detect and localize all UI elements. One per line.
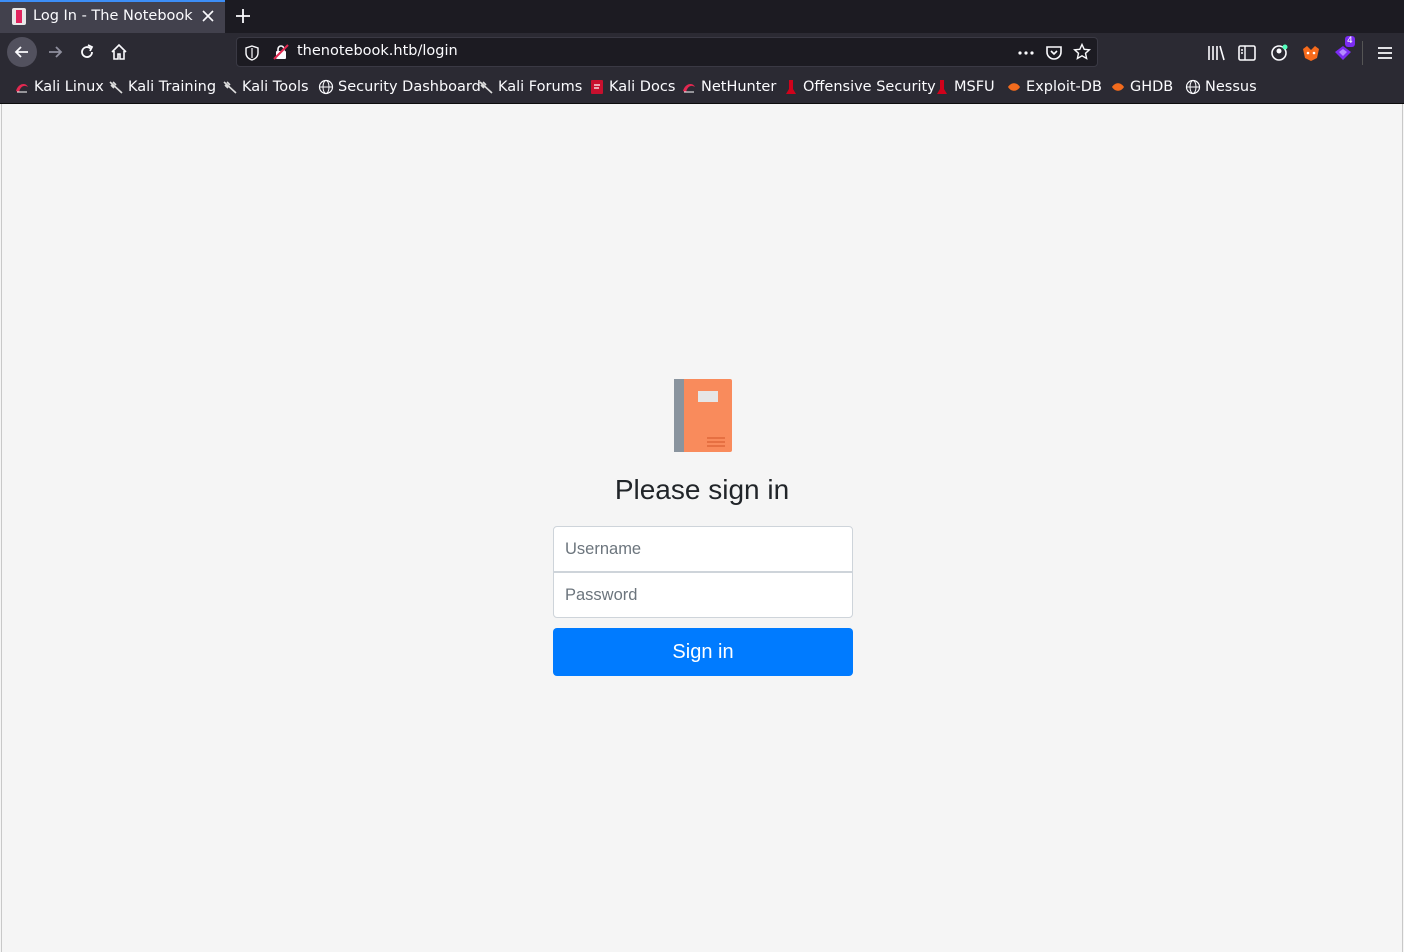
bookmark-kali-forums[interactable]: Kali Forums — [478, 78, 582, 96]
exploitdb-icon — [1008, 83, 1020, 91]
bookmarks-toolbar: Kali Linux Kali Training Kali Tools Secu… — [0, 71, 1404, 104]
extension-hack-icon[interactable]: 4 — [1332, 36, 1355, 64]
address-bar[interactable]: thenotebook.htb/login — [236, 37, 1098, 67]
home-icon — [111, 43, 127, 60]
bookmark-star-icon[interactable] — [1073, 43, 1091, 61]
bookmark-kali-training[interactable]: Kali Training — [108, 78, 216, 96]
bookmark-label: Kali Docs — [609, 79, 676, 95]
reload-icon — [81, 44, 94, 58]
bookmark-exploit-db[interactable]: Exploit-DB — [1006, 78, 1102, 96]
reload-button[interactable] — [72, 37, 102, 67]
bookmark-kali-linux[interactable]: Kali Linux — [14, 78, 104, 96]
kali-docs-icon — [591, 80, 603, 94]
back-button[interactable] — [7, 37, 37, 67]
kali-dragon-icon — [223, 81, 237, 94]
home-button[interactable] — [104, 37, 134, 67]
tab-title: Log In - The Notebook — [33, 8, 193, 24]
pocket-icon[interactable] — [1045, 44, 1063, 62]
offsec-icon — [786, 80, 796, 94]
bookmark-label: Security Dashboard — [338, 79, 481, 95]
username-input[interactable] — [553, 526, 853, 572]
page-actions-ellipsis-icon[interactable] — [1017, 44, 1035, 62]
account-icon[interactable] — [1268, 42, 1290, 64]
forward-button[interactable] — [40, 37, 70, 67]
bookmark-nessus[interactable]: Nessus — [1185, 78, 1257, 96]
extension-badge: 4 — [1345, 36, 1355, 47]
tab-active[interactable]: Log In - The Notebook — [0, 0, 225, 33]
kali-dragon-icon — [109, 81, 123, 94]
notebook-favicon-icon — [12, 8, 26, 25]
bookmark-security-dashboard[interactable]: Security Dashboard — [318, 78, 481, 96]
kali-dragon-icon — [683, 83, 695, 93]
bookmark-ghdb[interactable]: GHDB — [1110, 78, 1173, 96]
arrow-right-icon — [49, 46, 63, 58]
kali-dragon-icon — [16, 83, 28, 93]
url-text[interactable]: thenotebook.htb/login — [297, 43, 458, 59]
notebook-logo-icon — [674, 379, 732, 452]
password-input[interactable] — [553, 572, 853, 618]
bookmark-label: Nessus — [1205, 79, 1257, 95]
hamburger-menu-icon[interactable] — [1374, 42, 1396, 64]
bookmark-label: Kali Forums — [498, 79, 583, 95]
bookmark-label: Exploit-DB — [1026, 79, 1102, 95]
offsec-icon — [937, 80, 947, 94]
library-icon[interactable] — [1205, 42, 1227, 64]
globe-icon — [318, 79, 334, 95]
bookmark-label: GHDB — [1130, 79, 1174, 95]
bookmark-nethunter[interactable]: NetHunter — [681, 78, 776, 96]
globe-icon — [1185, 79, 1201, 95]
bookmark-label: Kali Training — [128, 79, 217, 95]
extension-fox-icon[interactable] — [1300, 42, 1322, 64]
tab-strip: Log In - The Notebook — [0, 0, 1404, 33]
kali-dragon-icon — [479, 81, 493, 94]
exploitdb-icon — [1112, 83, 1124, 91]
bookmark-label: MSFU — [954, 79, 995, 95]
arrow-left-icon — [14, 46, 28, 58]
close-tab-icon[interactable] — [201, 9, 215, 23]
navigation-toolbar: thenotebook.htb/login 4 — [0, 33, 1404, 71]
page-title: Please sign in — [614, 474, 790, 505]
bookmark-label: Offensive Security — [803, 79, 936, 95]
sign-in-button[interactable]: Sign in — [553, 628, 853, 676]
bookmark-kali-docs[interactable]: Kali Docs — [589, 78, 675, 96]
tracking-protection-shield-icon[interactable] — [245, 45, 259, 61]
new-tab-icon[interactable] — [233, 6, 253, 26]
bookmark-msfu[interactable]: MSFU — [934, 78, 995, 96]
insecure-lock-icon[interactable] — [273, 44, 289, 60]
bookmark-label: Kali Linux — [34, 79, 104, 95]
bookmark-offensive-security[interactable]: Offensive Security — [783, 78, 936, 96]
bookmark-label: NetHunter — [701, 79, 777, 95]
bookmark-label: Kali Tools — [242, 79, 309, 95]
bookmark-kali-tools[interactable]: Kali Tools — [222, 78, 309, 96]
toolbar-divider — [1362, 41, 1363, 65]
sidebar-icon[interactable] — [1236, 42, 1258, 64]
